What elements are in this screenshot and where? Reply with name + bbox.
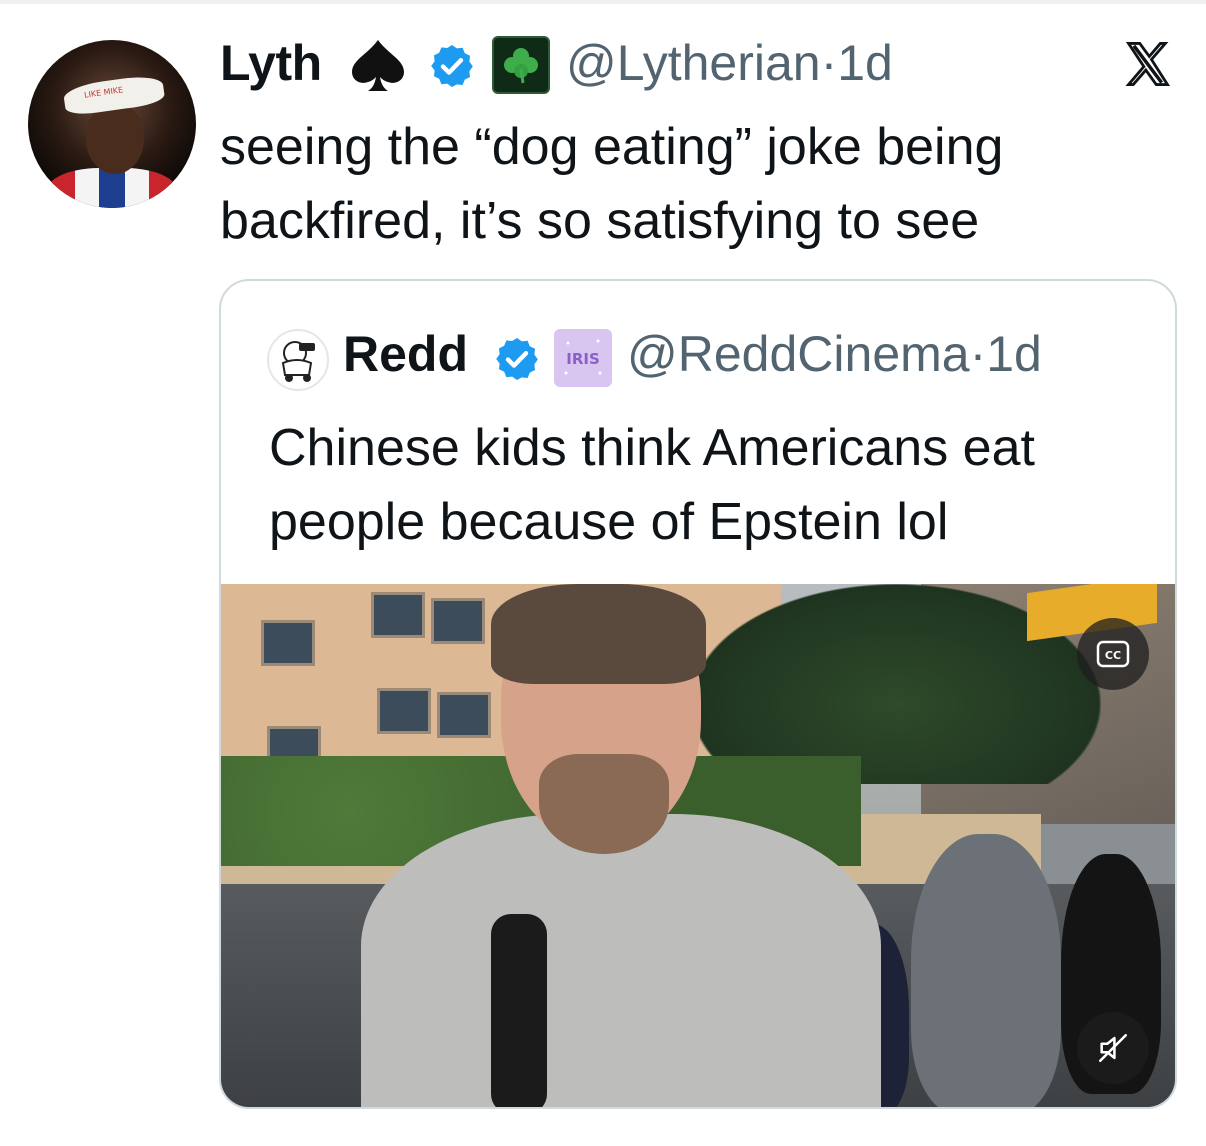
author-handle-and-time[interactable]: @Lytherian·1d: [566, 34, 893, 92]
video-child: [911, 834, 1061, 1107]
author-handle[interactable]: @Lytherian: [566, 35, 821, 91]
video-backpack-strap: [491, 914, 547, 1107]
avatar-face: [86, 104, 144, 174]
avatar-shirt: [46, 168, 178, 208]
author-avatar[interactable]: LIKE MIKE: [28, 40, 196, 208]
building-window: [437, 692, 491, 738]
captions-button[interactable]: CC: [1077, 618, 1149, 690]
captions-label: CC: [1105, 649, 1121, 662]
quoted-post-text: Chinese kids think Americans eat people …: [269, 411, 1149, 559]
quoted-author-name[interactable]: Redd: [343, 325, 468, 383]
post-time[interactable]: 1d: [837, 35, 893, 91]
quoted-author-handle[interactable]: @ReddCinema: [627, 326, 970, 382]
separator-dot: ·: [820, 35, 838, 91]
spade-icon: [343, 38, 413, 94]
post-text-line: seeing the “dog eating” joke being: [220, 118, 1004, 176]
clover-icon: [492, 36, 550, 94]
post-text-line: backfired, it’s so satisfying to see: [220, 192, 980, 250]
video-man-hoodie: [361, 814, 881, 1107]
building-window: [371, 592, 425, 638]
quoted-handle-and-time[interactable]: @ReddCinema·1d: [627, 325, 1042, 383]
quoted-author-avatar[interactable]: [267, 329, 329, 391]
iris-affiliate-icon[interactable]: IRIS: [554, 329, 612, 387]
video-man-beard: [539, 754, 669, 854]
quoted-post-card[interactable]: Redd IRIS @ReddCinema·1d Chinese kids th…: [219, 279, 1177, 1109]
video-man-hair: [491, 584, 706, 684]
building-window: [261, 620, 315, 666]
video-player[interactable]: CC: [221, 584, 1175, 1107]
separator-dot: ·: [969, 326, 987, 382]
mute-toggle-button[interactable]: [1077, 1012, 1149, 1084]
top-divider: [0, 0, 1206, 4]
muted-speaker-icon: [1098, 1033, 1128, 1063]
building-window: [377, 688, 431, 734]
quoted-post-time[interactable]: 1d: [986, 326, 1042, 382]
building-window: [431, 598, 485, 644]
quoted-text-line: people because of Epstein lol: [269, 493, 949, 551]
verified-badge-icon[interactable]: [428, 42, 476, 90]
iris-label: IRIS: [566, 350, 600, 368]
author-name[interactable]: Lyth: [220, 34, 322, 92]
verified-badge-icon[interactable]: [493, 335, 541, 383]
captions-icon: CC: [1096, 640, 1130, 668]
quoted-text-line: Chinese kids think Americans eat: [269, 419, 1035, 477]
post-text: seeing the “dog eating” joke being backf…: [220, 110, 1120, 258]
x-logo-icon[interactable]: [1120, 36, 1176, 92]
